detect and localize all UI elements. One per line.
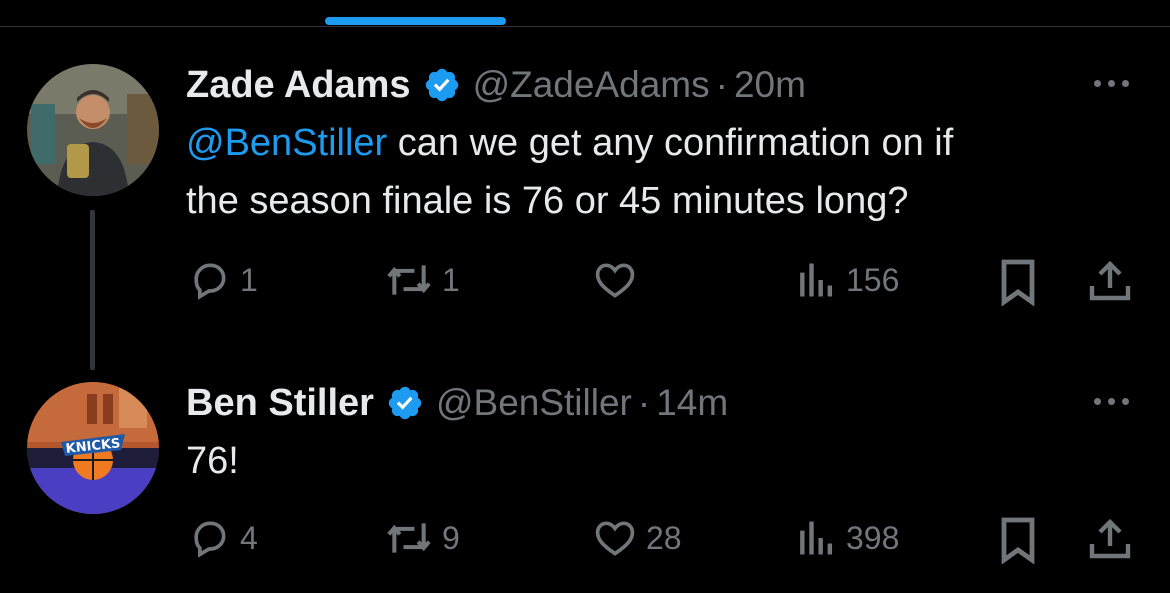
reply-icon xyxy=(194,521,226,558)
share-icon xyxy=(1089,518,1131,559)
like-button[interactable] xyxy=(592,258,646,302)
more-icon[interactable] xyxy=(1094,80,1129,87)
author-handle[interactable]: @BenStiller xyxy=(436,382,632,424)
reply-icon xyxy=(194,263,226,300)
separator: · xyxy=(637,382,651,423)
like-count: 28 xyxy=(646,519,682,556)
retweet-button[interactable]: 9 xyxy=(384,516,460,560)
share-icon xyxy=(1089,260,1131,301)
avatar-photo xyxy=(27,64,159,196)
views-button[interactable]: 156 xyxy=(796,258,899,302)
tweet-text-line1: can we get any confirmation on if xyxy=(387,122,954,164)
verified-badge-icon xyxy=(425,68,458,102)
share-button[interactable] xyxy=(1086,258,1134,306)
tweet-text: 76! xyxy=(186,440,239,482)
retweet-count: 9 xyxy=(442,519,460,556)
tweet-text: @BenStiller can we get any confirmation … xyxy=(186,114,1146,230)
tweet-header: Ben Stiller @BenStiller · 14m xyxy=(186,380,728,426)
like-button[interactable]: 28 xyxy=(592,516,682,560)
bookmark-icon xyxy=(1001,259,1035,306)
avatar[interactable] xyxy=(27,64,159,196)
avatar[interactable]: KNICKS xyxy=(27,382,159,514)
views-button[interactable]: 398 xyxy=(796,516,899,560)
views-count: 398 xyxy=(846,519,900,556)
top-divider xyxy=(0,26,1170,27)
verified-badge-icon xyxy=(388,386,422,420)
retweet-icon xyxy=(387,523,431,553)
timestamp[interactable]: 20m xyxy=(734,64,806,106)
tweet-actions: 4 9 28 398 xyxy=(0,516,1170,564)
separator: · xyxy=(715,64,728,105)
tab-active-indicator xyxy=(325,17,506,25)
author-name[interactable]: Ben Stiller xyxy=(186,382,374,425)
tweet-header: Zade Adams @ZadeAdams · 20m xyxy=(186,62,806,108)
reply-button[interactable]: 1 xyxy=(186,258,258,302)
tweet-actions: 1 1 156 xyxy=(0,258,1170,306)
retweet-icon xyxy=(387,265,431,295)
avatar-knicks-logo: KNICKS xyxy=(27,382,159,514)
bookmark-button[interactable] xyxy=(998,516,1038,564)
bookmark-button[interactable] xyxy=(998,258,1038,306)
retweet-count: 1 xyxy=(442,261,460,298)
views-icon xyxy=(800,521,833,555)
more-icon[interactable] xyxy=(1094,398,1129,405)
share-button[interactable] xyxy=(1086,516,1134,564)
mention-link[interactable]: @BenStiller xyxy=(186,122,387,164)
like-icon xyxy=(595,521,635,556)
tweet-text-line2: the season finale is 76 or 45 minutes lo… xyxy=(186,180,909,222)
author-name[interactable]: Zade Adams xyxy=(186,64,411,107)
timestamp[interactable]: 14m xyxy=(656,382,728,424)
reply-button[interactable]: 4 xyxy=(186,516,258,560)
like-icon xyxy=(595,263,635,298)
retweet-button[interactable]: 1 xyxy=(384,258,460,302)
author-handle[interactable]: @ZadeAdams xyxy=(473,64,710,106)
views-icon xyxy=(800,263,833,297)
bookmark-icon xyxy=(1001,517,1035,564)
reply-count: 4 xyxy=(240,519,258,556)
reply-count: 1 xyxy=(240,261,258,298)
views-count: 156 xyxy=(846,261,900,298)
